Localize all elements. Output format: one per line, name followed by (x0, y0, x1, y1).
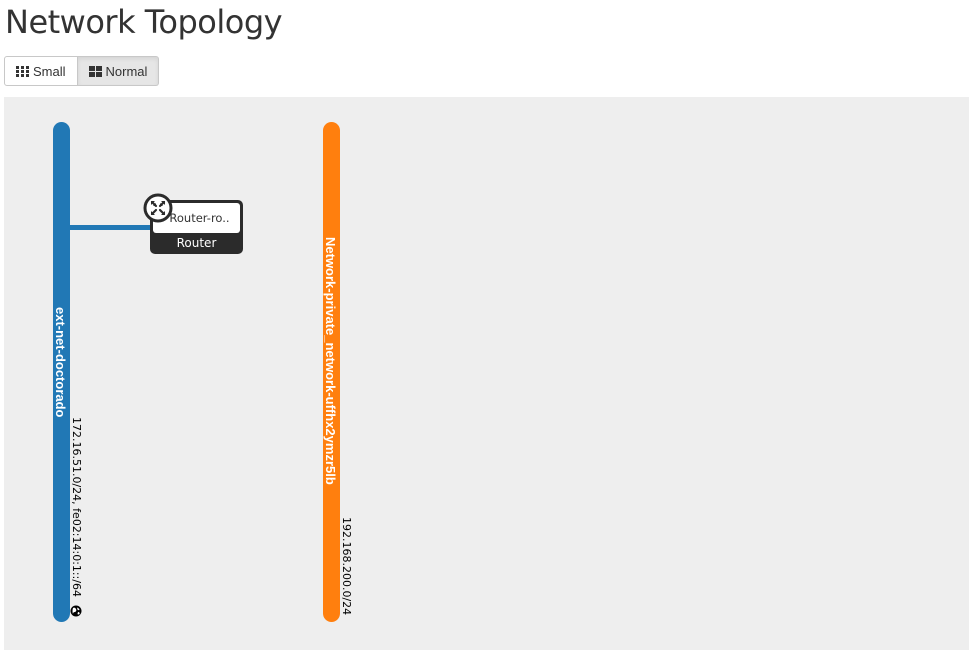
network-name-private-network[interactable]: Network-private_network-uffhx2ymzr5lb (323, 237, 338, 485)
network-cidr-ext-net-doctorado: 172.16.51.0/24, fe02:14:0:1::/64 (70, 417, 83, 598)
network-cidr-private-network: 192.168.200.0/24 (340, 517, 353, 616)
view-size-toggle: Small Normal (4, 56, 160, 86)
router-network-link (66, 225, 160, 230)
grid-small-icon (16, 65, 29, 77)
small-view-label: Small (33, 63, 66, 79)
small-view-button[interactable]: Small (4, 56, 78, 86)
router-type-label: Router (176, 236, 217, 250)
page-title: Network Topology (5, 3, 283, 41)
topology-canvas: ext-net-doctorado 172.16.51.0/24, fe02:1… (4, 97, 969, 650)
router-icon (143, 193, 173, 223)
normal-view-label: Normal (105, 63, 148, 79)
network-name-ext-net-doctorado[interactable]: ext-net-doctorado (53, 307, 68, 418)
normal-view-button[interactable]: Normal (77, 56, 160, 86)
grid-large-icon (88, 65, 102, 77)
globe-icon (70, 605, 82, 617)
